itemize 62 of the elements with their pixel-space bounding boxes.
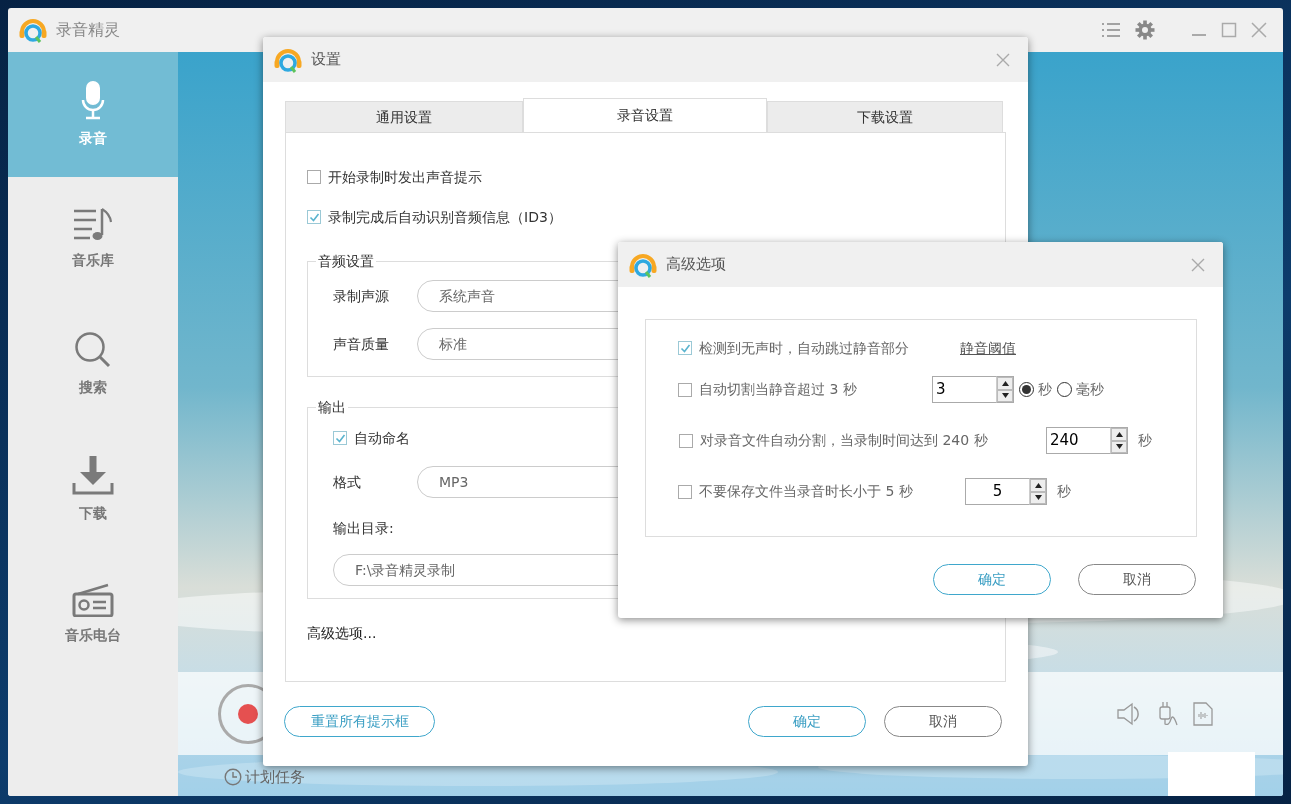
- checkbox[interactable]: [307, 170, 321, 184]
- sidebar-label: 音乐库: [72, 251, 114, 270]
- option-label: 不要保存文件当录音时长小于 5 秒: [699, 482, 914, 501]
- checkbox[interactable]: [678, 484, 692, 499]
- spin-buttons[interactable]: [1110, 427, 1128, 454]
- checkbox[interactable]: [678, 341, 692, 355]
- sidebar-label: 录音: [79, 129, 107, 148]
- field-label: 格式: [333, 472, 362, 492]
- cancel-button[interactable]: 取消: [884, 706, 1002, 737]
- spin-buttons[interactable]: [1029, 478, 1047, 505]
- tab[interactable]: 录音设置: [523, 98, 767, 132]
- tab[interactable]: 通用设置: [285, 101, 523, 132]
- close-icon[interactable]: [1251, 22, 1267, 38]
- window-title: 录音精灵: [56, 19, 120, 41]
- menu-icon[interactable]: [1101, 22, 1121, 38]
- sidebar-item[interactable]: 搜索: [8, 302, 178, 427]
- sidebar-item[interactable]: 音乐库: [8, 177, 178, 302]
- option-label: 录制完成后自动识别音频信息（ID3）: [328, 207, 562, 227]
- number-field[interactable]: 240: [1046, 427, 1110, 454]
- field-label: 声音质量: [333, 334, 390, 354]
- tab[interactable]: 下载设置: [767, 101, 1003, 132]
- microphone-icon: [81, 80, 105, 120]
- spin-buttons[interactable]: [996, 376, 1014, 403]
- settings-icon[interactable]: [1135, 20, 1155, 40]
- field-label: 输出目录:: [333, 518, 394, 538]
- option-label: 检测到无声时，自动跳过静音部分: [699, 338, 910, 358]
- audio-file-icon[interactable]: [1193, 701, 1213, 726]
- download-icon: [72, 455, 114, 495]
- dialog-title: 高级选项: [666, 254, 726, 276]
- close-icon[interactable]: [1191, 257, 1205, 272]
- unit-label: 毫秒: [1076, 380, 1104, 399]
- unit-label: 秒: [1057, 482, 1071, 501]
- unit-label: 秒: [1038, 380, 1052, 399]
- sidebar-item[interactable]: 下载: [8, 427, 178, 552]
- threshold-link[interactable]: 静音阈值: [960, 337, 1016, 359]
- sidebar-label: 下载: [79, 504, 107, 523]
- search-icon: [74, 331, 112, 369]
- schedule-link[interactable]: 计划任务: [245, 766, 305, 789]
- close-icon[interactable]: [996, 52, 1010, 67]
- number-field[interactable]: 5: [965, 478, 1029, 505]
- playlist-icon: [73, 208, 113, 242]
- maximize-icon[interactable]: [1221, 22, 1237, 38]
- option-label: 自动命名: [354, 428, 410, 448]
- checkbox[interactable]: [679, 433, 693, 448]
- cancel-button[interactable]: 取消: [1078, 564, 1196, 595]
- clock-icon: [224, 768, 242, 787]
- advanced-options-link[interactable]: 高级选项...: [307, 623, 377, 644]
- radio-icon: [72, 583, 114, 617]
- sidebar-item[interactable]: 音乐电台: [8, 552, 178, 677]
- number-field[interactable]: 3: [932, 376, 996, 403]
- audio-plug-icon[interactable]: [1157, 700, 1179, 727]
- sidebar-label: 搜索: [79, 378, 107, 397]
- sidebar-label: 音乐电台: [65, 626, 121, 645]
- checkbox[interactable]: [678, 382, 692, 397]
- field-label: 录制声源: [333, 286, 390, 306]
- option-label: 开始录制时发出声音提示: [328, 167, 482, 187]
- option-label: 自动切割当静音超过 3 秒: [699, 380, 858, 399]
- option-label: 对录音文件自动分割，当录制时间达到 240 秒: [700, 431, 989, 450]
- dialog-title: 设置: [311, 49, 341, 71]
- checkbox[interactable]: [333, 431, 347, 445]
- unit-label: 秒: [1138, 431, 1152, 450]
- checkbox[interactable]: [307, 210, 321, 224]
